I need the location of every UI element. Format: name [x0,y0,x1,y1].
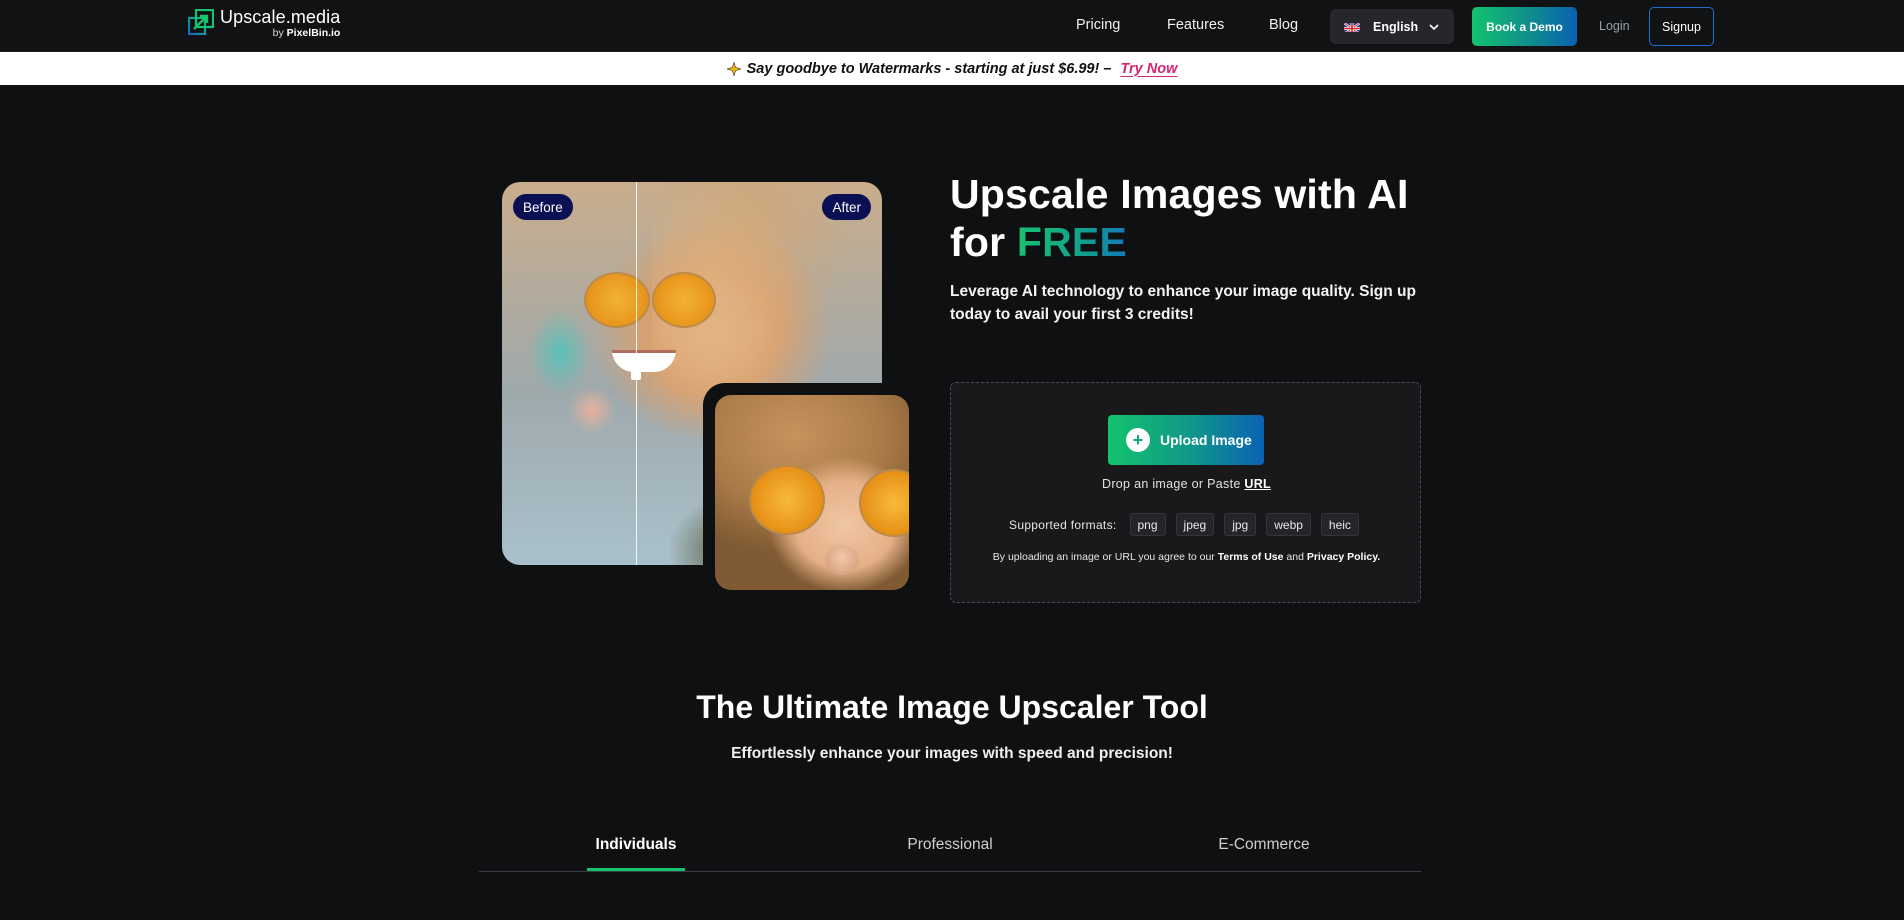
login-link[interactable]: Login [1599,19,1630,33]
hero-sunglass-left [584,272,650,328]
language-select[interactable]: English [1330,9,1454,44]
format-chip: jpeg [1175,513,1215,536]
zoom-sunglass-right [859,469,909,537]
terms-prefix: By uploading an image or URL you agree t… [992,551,1215,563]
upload-button-label: Upload Image [1160,432,1252,448]
comparison-slider-handle[interactable] [631,370,641,380]
format-chip: webp [1266,513,1311,536]
format-chip: heic [1320,513,1359,536]
zoom-preview-image [715,395,909,590]
uk-flag-icon [1344,21,1360,32]
privacy-policy-link[interactable]: Privacy Policy. [1307,551,1380,563]
logo-icon [187,8,215,36]
tab-individuals[interactable]: Individuals [596,836,677,854]
nav-blog-link[interactable]: Blog [1269,17,1298,33]
top-navbar: Upscale.media by PixelBin.io Pricing Fea… [0,0,1904,52]
hero-title-line1: Upscale Images with AI [950,171,1409,217]
book-demo-button[interactable]: Book a Demo [1472,7,1577,46]
format-chip: jpg [1224,513,1257,536]
before-tag: Before [513,194,573,220]
hero-title-for: for [950,219,1006,265]
hero-title-free: FREE [1016,219,1128,265]
promo-banner: Say goodbye to Watermarks - starting at … [0,52,1904,85]
language-label: English [1373,19,1419,34]
paste-url-link[interactable]: URL [1244,477,1271,491]
chevron-down-icon [1428,20,1440,38]
logo[interactable]: Upscale.media by PixelBin.io [187,7,341,44]
zoom-sunglass-left [749,465,825,535]
logo-brand: PixelBin.io [286,27,341,39]
nav-features-link[interactable]: Features [1167,17,1224,33]
drop-hint: Drop an image or Paste URL [951,477,1422,491]
upload-image-button[interactable]: + Upload Image [1108,415,1264,465]
section-subtitle: Effortlessly enhance your images with sp… [731,745,1173,762]
section-title: The Ultimate Image Upscaler Tool [696,689,1208,725]
plus-icon: + [1126,428,1150,452]
tab-e-commerce[interactable]: E-Commerce [1218,836,1309,854]
sparkle-icon [725,60,742,77]
signup-button[interactable]: Signup [1649,7,1714,46]
after-tag: After [822,194,871,220]
logo-by: by [272,27,284,39]
drop-hint-text: Drop an image or Paste [1102,477,1241,491]
promo-try-now-link[interactable]: Try Now [1120,61,1177,77]
active-tab-indicator [587,868,685,871]
nav-pricing-link[interactable]: Pricing [1076,17,1120,33]
hero-sunglass-right [652,272,716,328]
hero-subtitle: Leverage AI technology to enhance your i… [950,283,1416,323]
zoom-nose [825,545,859,575]
logo-title: Upscale.media [220,7,341,27]
audience-tabs: Individuals Professional E-Commerce [479,820,1421,872]
upload-dropzone[interactable]: + Upload Image Drop an image or Paste UR… [950,382,1421,603]
terms-of-use-link[interactable]: Terms of Use [1218,551,1284,563]
supported-formats: Supported formats: png jpeg jpg webp hei… [951,513,1422,536]
hero-title-line2: for FREE [950,218,1409,266]
logo-byline: by PixelBin.io [220,27,341,39]
format-chip: png [1129,513,1166,536]
terms-and: and [1286,551,1304,563]
promo-text: Say goodbye to Watermarks - starting at … [746,60,1112,77]
terms-notice: By uploading an image or URL you agree t… [951,551,1422,563]
tab-professional[interactable]: Professional [907,836,992,854]
formats-label: Supported formats: [1009,517,1117,532]
hero-title: Upscale Images with AI for FREE [950,170,1409,266]
